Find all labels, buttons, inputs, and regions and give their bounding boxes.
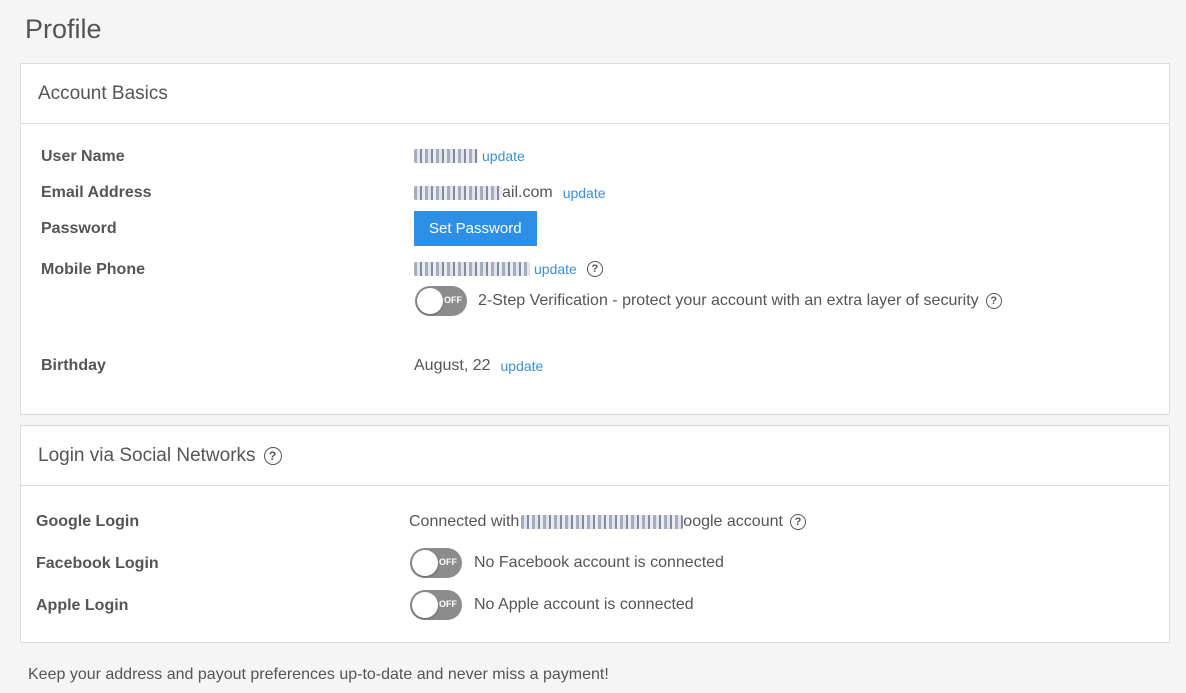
facebook-status-text: No Facebook account is connected (474, 554, 724, 571)
two-step-text: 2-Step Verification - protect your accou… (478, 292, 979, 309)
apple-login-label: Apple Login (36, 597, 129, 614)
username-redacted (414, 149, 478, 163)
toggle-knob (412, 592, 438, 618)
password-label: Password (41, 220, 117, 237)
social-login-card: Login via Social Networks ? Google Login… (20, 425, 1170, 643)
email-redacted (414, 186, 502, 200)
account-basics-card: Account Basics User Name update Email Ad… (20, 63, 1170, 415)
two-step-help-icon[interactable]: ? (985, 293, 1002, 309)
toggle-state-text: OFF (444, 295, 462, 305)
email-update-link[interactable]: update (563, 185, 606, 201)
google-login-row: Connected with oogle account ? (409, 513, 806, 531)
username-update-link[interactable]: update (482, 148, 525, 164)
apple-status-text: No Apple account is connected (474, 596, 694, 613)
google-login-label: Google Login (36, 513, 140, 530)
google-email-redacted (521, 515, 684, 529)
facebook-toggle[interactable]: OFF (410, 548, 462, 578)
two-step-toggle[interactable]: OFF (415, 286, 467, 316)
social-help-icon[interactable]: ? (263, 446, 282, 465)
email-suffix: ail.com (502, 184, 553, 201)
payout-reminder-text: Keep your address and payout preferences… (28, 666, 609, 683)
google-connected-prefix: Connected with (409, 513, 520, 530)
facebook-login-label: Facebook Login (36, 555, 159, 572)
email-label: Email Address (41, 184, 152, 201)
social-login-title: Login via Social Networks (38, 444, 256, 466)
account-basics-header: Account Basics (21, 64, 1169, 124)
page-title: Profile (25, 14, 102, 44)
google-help-icon[interactable]: ? (789, 514, 806, 530)
phone-help-icon[interactable]: ? (586, 261, 603, 277)
birthday-label: Birthday (41, 357, 106, 374)
phone-update-link[interactable]: update (534, 261, 577, 277)
username-label: User Name (41, 148, 125, 165)
birthday-value-row: August, 22 update (414, 357, 543, 375)
phone-redacted (414, 262, 530, 276)
toggle-knob (417, 288, 443, 314)
social-login-header: Login via Social Networks ? (21, 426, 1169, 486)
apple-login-row: OFF No Apple account is connected (410, 590, 694, 620)
set-password-button[interactable]: Set Password (414, 211, 537, 246)
toggle-state-text: OFF (439, 557, 457, 567)
username-value-row: update (414, 148, 525, 164)
facebook-login-row: OFF No Facebook account is connected (410, 548, 724, 578)
email-value-row: ail.com update (414, 184, 606, 202)
birthday-update-link[interactable]: update (501, 358, 544, 374)
apple-toggle[interactable]: OFF (410, 590, 462, 620)
toggle-knob (412, 550, 438, 576)
two-step-row: OFF 2-Step Verification - protect your a… (415, 286, 1002, 316)
toggle-state-text: OFF (439, 599, 457, 609)
google-connected-suffix: oogle account (683, 513, 783, 530)
birthday-value: August, 22 (414, 357, 491, 374)
phone-value-row: update ? (414, 261, 603, 277)
mobile-phone-label: Mobile Phone (41, 261, 145, 278)
